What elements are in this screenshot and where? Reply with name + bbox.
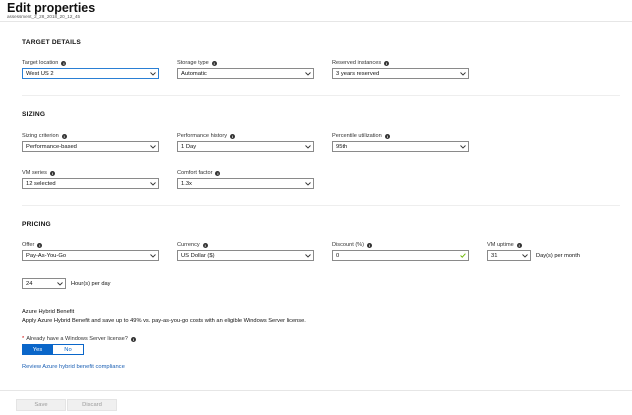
percentile-utilization-label: Percentile utilization i xyxy=(332,133,390,139)
currency-label: Currency i xyxy=(177,242,208,248)
reserved-instances-dropdown[interactable]: 3 years reserved xyxy=(332,68,469,79)
info-icon[interactable]: i xyxy=(202,242,208,248)
page-title: Edit properties xyxy=(7,1,96,15)
header-divider xyxy=(0,21,632,22)
info-icon[interactable]: i xyxy=(384,60,390,66)
currency-dropdown[interactable]: US Dollar ($) xyxy=(177,250,314,261)
vm-uptime-label: VM uptime i xyxy=(487,242,522,248)
assessment-name: assessment_2_28_2018_20_12_45 xyxy=(7,14,81,19)
offer-dropdown[interactable]: Pay-As-You-Go xyxy=(22,250,159,261)
hybrid-benefit-description: Apply Azure Hybrid Benefit and save up t… xyxy=(22,318,306,324)
hybrid-benefit-title: Azure Hybrid Benefit xyxy=(22,309,75,315)
info-icon[interactable]: i xyxy=(211,60,217,66)
chevron-down-icon xyxy=(303,68,313,79)
storage-type-label: Storage type i xyxy=(177,60,217,66)
storage-type-dropdown[interactable]: Automatic xyxy=(177,68,314,79)
reserved-instances-label: Reserved instances i xyxy=(332,60,390,66)
vm-uptime-days-suffix: Day(s) per month xyxy=(536,253,580,259)
vm-series-dropdown[interactable]: 12 selected xyxy=(22,178,159,189)
info-icon[interactable]: i xyxy=(130,336,136,342)
vm-uptime-hours-suffix: Hour(s) per day xyxy=(71,281,111,287)
chevron-down-icon xyxy=(303,141,313,152)
sizing-criterion-dropdown[interactable]: Performance-based xyxy=(22,141,159,152)
hybrid-compliance-link[interactable]: Review Azure hybrid benefit compliance xyxy=(22,364,125,370)
comfort-factor-label: Comfort factor i xyxy=(177,170,221,176)
checkmark-icon xyxy=(458,253,468,258)
vm-uptime-days-dropdown[interactable]: 31 xyxy=(487,250,531,261)
info-icon[interactable]: i xyxy=(49,170,55,176)
discount-label: Discount (%) i xyxy=(332,242,373,248)
footer-divider xyxy=(0,390,632,391)
info-icon[interactable]: i xyxy=(61,60,67,66)
info-icon[interactable]: i xyxy=(367,242,373,248)
section-title-pricing: PRICING xyxy=(22,221,51,228)
chevron-down-icon xyxy=(148,141,158,152)
percentile-utilization-dropdown[interactable]: 95th xyxy=(332,141,469,152)
chevron-down-icon xyxy=(520,250,530,261)
toggle-no-button[interactable]: No xyxy=(53,344,84,355)
vm-uptime-hours-dropdown[interactable]: 24 xyxy=(22,278,66,289)
windows-license-toggle: Yes No xyxy=(22,344,84,355)
vm-series-label: VM series i xyxy=(22,170,55,176)
chevron-down-icon xyxy=(148,68,158,79)
info-icon[interactable]: i xyxy=(61,133,67,139)
required-marker: * xyxy=(22,336,25,342)
section-title-sizing: SIZING xyxy=(22,111,46,118)
info-icon[interactable]: i xyxy=(230,133,236,139)
comfort-factor-dropdown[interactable]: 1.3x xyxy=(177,178,314,189)
section-divider xyxy=(22,95,620,96)
chevron-down-icon xyxy=(148,178,158,189)
target-location-dropdown[interactable]: West US 2 xyxy=(22,68,159,79)
chevron-down-icon xyxy=(458,68,468,79)
chevron-down-icon xyxy=(55,278,65,289)
info-icon[interactable]: i xyxy=(37,242,43,248)
info-icon[interactable]: i xyxy=(215,170,221,176)
windows-license-question: * Already have a Windows Server license? i xyxy=(22,336,136,342)
toggle-yes-button[interactable]: Yes xyxy=(22,344,53,355)
info-icon[interactable]: i xyxy=(384,133,390,139)
performance-history-dropdown[interactable]: 1 Day xyxy=(177,141,314,152)
section-title-target-details: TARGET DETAILS xyxy=(22,39,81,46)
info-icon[interactable]: i xyxy=(516,242,522,248)
sizing-criterion-label: Sizing criterion i xyxy=(22,133,67,139)
chevron-down-icon xyxy=(148,250,158,261)
chevron-down-icon xyxy=(303,178,313,189)
section-divider xyxy=(22,205,620,206)
offer-label: Offer i xyxy=(22,242,43,248)
performance-history-label: Performance history i xyxy=(177,133,236,139)
chevron-down-icon xyxy=(458,141,468,152)
chevron-down-icon xyxy=(303,250,313,261)
save-button[interactable]: Save xyxy=(16,399,66,411)
discount-input[interactable]: 0 xyxy=(332,250,469,261)
target-location-label: Target location i xyxy=(22,60,67,66)
discard-button[interactable]: Discard xyxy=(67,399,117,411)
